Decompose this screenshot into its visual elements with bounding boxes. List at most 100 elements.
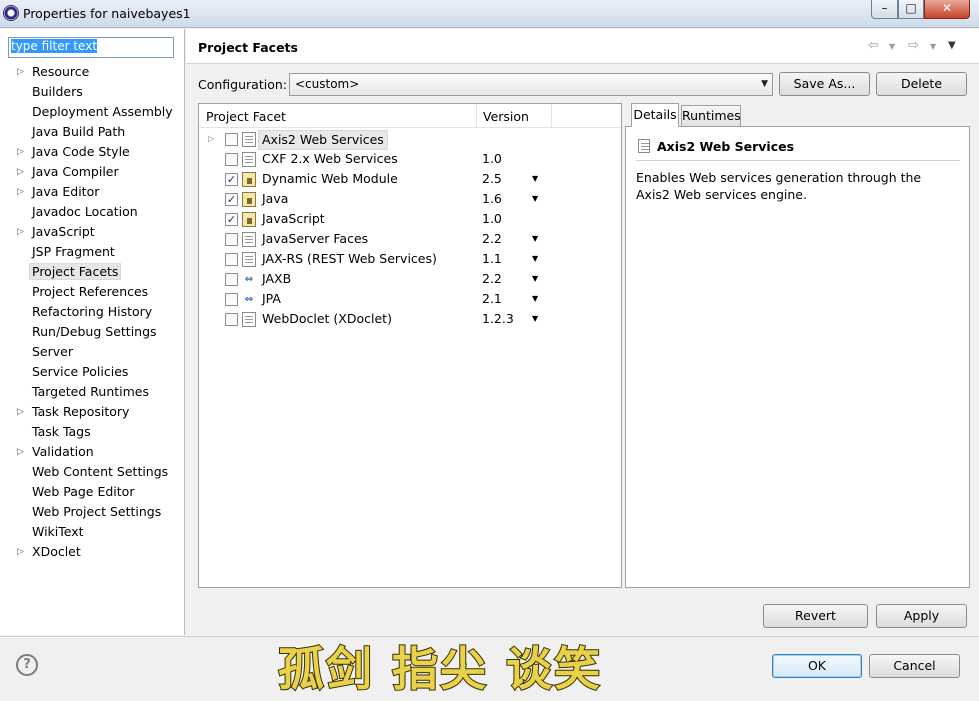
- nav-item[interactable]: Targeted Runtimes: [0, 382, 184, 402]
- facet-checkbox[interactable]: ✓: [225, 173, 238, 186]
- version-dropdown-icon[interactable]: ▼: [532, 249, 538, 269]
- facet-row[interactable]: ✓ JavaScript 1.0: [199, 209, 621, 229]
- facet-checkbox[interactable]: [225, 253, 238, 266]
- column-header-facet[interactable]: Project Facet: [206, 109, 286, 124]
- close-button[interactable]: ✕: [924, 0, 970, 19]
- expand-arrow-icon[interactable]: ▷: [17, 222, 27, 242]
- nav-item[interactable]: Run/Debug Settings: [0, 322, 184, 342]
- facet-row[interactable]: WebDoclet (XDoclet) 1.2.3 ▼: [199, 309, 621, 329]
- nav-item[interactable]: WikiText: [0, 522, 184, 542]
- nav-item[interactable]: Builders: [0, 82, 184, 102]
- tab-runtimes[interactable]: Runtimes: [681, 105, 741, 126]
- facet-row[interactable]: JavaServer Faces 2.2 ▼: [199, 229, 621, 249]
- facet-checkbox[interactable]: [225, 273, 238, 286]
- expand-arrow-icon[interactable]: ▷: [17, 62, 27, 82]
- revert-button[interactable]: Revert: [763, 604, 868, 628]
- nav-item[interactable]: ▷ Validation: [0, 442, 184, 462]
- project-facets-page: Project Facets ⇦ ▼ ⇨ ▼ ▼ Configuration: …: [186, 29, 979, 635]
- page-icon: [242, 232, 256, 247]
- facet-row[interactable]: ✓ Dynamic Web Module 2.5 ▼: [199, 169, 621, 189]
- nav-item[interactable]: Web Content Settings: [0, 462, 184, 482]
- nav-item[interactable]: Javadoc Location: [0, 202, 184, 222]
- facet-version[interactable]: 1.0: [482, 149, 502, 169]
- version-dropdown-icon[interactable]: ▼: [532, 169, 538, 189]
- expand-arrow-icon[interactable]: ▷: [17, 142, 27, 162]
- tab-details[interactable]: Details: [631, 103, 679, 127]
- facet-version[interactable]: 2.1: [482, 289, 502, 309]
- facet-checkbox[interactable]: [225, 313, 238, 326]
- nav-item[interactable]: ▷ Resource: [0, 62, 184, 82]
- facet-version[interactable]: 2.2: [482, 269, 502, 289]
- facet-version[interactable]: 2.2: [482, 229, 502, 249]
- nav-item[interactable]: Project References: [0, 282, 184, 302]
- nav-item[interactable]: Project Facets: [0, 262, 184, 282]
- view-menu-chevron-icon[interactable]: ▼: [948, 40, 956, 51]
- forward-arrow-icon[interactable]: ⇨: [908, 38, 919, 53]
- facet-name: CXF 2.x Web Services: [262, 151, 398, 166]
- facet-checkbox[interactable]: ✓: [225, 213, 238, 226]
- facet-row[interactable]: CXF 2.x Web Services 1.0: [199, 149, 621, 169]
- nav-item[interactable]: Web Project Settings: [0, 502, 184, 522]
- back-arrow-icon[interactable]: ⇦: [868, 38, 879, 53]
- facet-checkbox[interactable]: ✓: [225, 193, 238, 206]
- nav-item[interactable]: ▷ Task Repository: [0, 402, 184, 422]
- nav-item[interactable]: Service Policies: [0, 362, 184, 382]
- version-dropdown-icon[interactable]: ▼: [532, 189, 538, 209]
- nav-item[interactable]: ▷ Java Editor: [0, 182, 184, 202]
- nav-item[interactable]: JSP Fragment: [0, 242, 184, 262]
- expand-arrow-icon[interactable]: ▷: [17, 442, 27, 462]
- nav-item-label: Task Tags: [32, 424, 91, 439]
- delete-button[interactable]: Delete: [876, 72, 967, 96]
- facet-checkbox[interactable]: [225, 153, 238, 166]
- eclipse-icon: [3, 5, 19, 21]
- facet-checkbox[interactable]: [225, 233, 238, 246]
- facet-row[interactable]: ⇔ JPA 2.1 ▼: [199, 289, 621, 309]
- nav-item[interactable]: Server: [0, 342, 184, 362]
- column-header-version[interactable]: Version: [483, 109, 529, 124]
- ok-button[interactable]: OK: [772, 654, 862, 678]
- nav-item[interactable]: ▷ Java Code Style: [0, 142, 184, 162]
- window-title: Properties for naivebayes1: [23, 6, 191, 21]
- expand-arrow-icon[interactable]: ▷: [17, 402, 27, 422]
- nav-item[interactable]: Web Page Editor: [0, 482, 184, 502]
- facet-version[interactable]: 2.5: [482, 169, 502, 189]
- facet-row[interactable]: JAX-RS (REST Web Services) 1.1 ▼: [199, 249, 621, 269]
- save-as-button[interactable]: Save As...: [779, 72, 870, 96]
- nav-item[interactable]: Deployment Assembly: [0, 102, 184, 122]
- page-icon: [242, 252, 256, 267]
- facet-row[interactable]: ▷ Axis2 Web Services: [199, 129, 621, 150]
- help-icon[interactable]: ?: [16, 654, 38, 676]
- facet-version[interactable]: 1.0: [482, 209, 502, 229]
- maximize-button[interactable]: □: [898, 0, 924, 19]
- nav-item-label: Web Page Editor: [32, 484, 135, 499]
- facet-row[interactable]: ⇔ JAXB 2.2 ▼: [199, 269, 621, 289]
- facet-version[interactable]: 1.2.3: [482, 309, 514, 329]
- apply-button[interactable]: Apply: [876, 604, 967, 628]
- version-dropdown-icon[interactable]: ▼: [532, 269, 538, 289]
- nav-item-label: Java Editor: [32, 184, 100, 199]
- nav-item[interactable]: Refactoring History: [0, 302, 184, 322]
- expand-arrow-icon[interactable]: ▷: [17, 182, 27, 202]
- configuration-select[interactable]: <custom> ▼: [289, 73, 773, 96]
- facet-checkbox[interactable]: [225, 133, 238, 146]
- filter-input[interactable]: type filter text: [8, 37, 174, 58]
- nav-item[interactable]: ▷ XDoclet: [0, 542, 184, 562]
- facet-version[interactable]: 1.6: [482, 189, 502, 209]
- forward-menu-chevron-icon[interactable]: ▼: [930, 42, 936, 51]
- facet-version[interactable]: 1.1: [482, 249, 502, 269]
- cancel-button[interactable]: Cancel: [869, 654, 960, 678]
- back-menu-chevron-icon[interactable]: ▼: [889, 42, 895, 51]
- facet-row[interactable]: ✓ Java 1.6 ▼: [199, 189, 621, 209]
- expand-arrow-icon[interactable]: ▷: [17, 162, 27, 182]
- version-dropdown-icon[interactable]: ▼: [532, 229, 538, 249]
- nav-item[interactable]: ▷ Java Compiler: [0, 162, 184, 182]
- minimize-button[interactable]: –: [871, 0, 898, 19]
- version-dropdown-icon[interactable]: ▼: [532, 289, 538, 309]
- facet-checkbox[interactable]: [225, 293, 238, 306]
- nav-item[interactable]: Java Build Path: [0, 122, 184, 142]
- nav-item[interactable]: ▷ JavaScript: [0, 222, 184, 242]
- nav-item[interactable]: Task Tags: [0, 422, 184, 442]
- expand-arrow-icon[interactable]: ▷: [17, 542, 27, 562]
- expand-arrow-icon[interactable]: ▷: [208, 129, 214, 149]
- version-dropdown-icon[interactable]: ▼: [532, 309, 538, 329]
